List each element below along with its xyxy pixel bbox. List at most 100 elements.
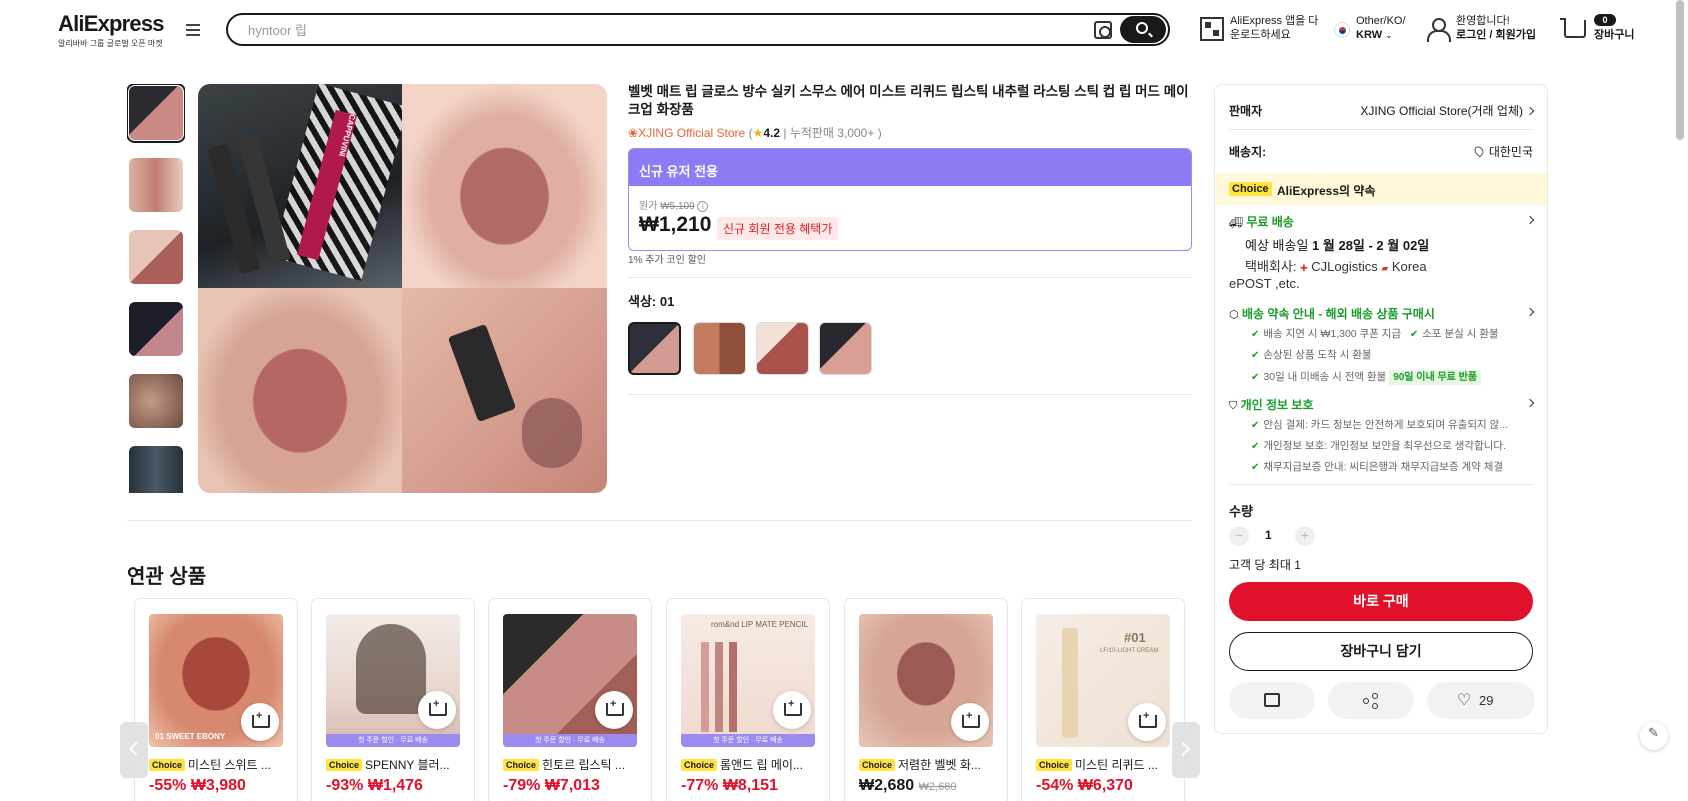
- thumbnail-6[interactable]: [129, 446, 183, 493]
- search-icon: [1136, 22, 1148, 34]
- related-product-card[interactable]: 첫 주문 할인 · 무료 배송 ChoiceSPENNY 블러... -93% …: [311, 598, 475, 801]
- seller-link[interactable]: XJING Official Store(거래 업체): [1360, 102, 1535, 119]
- login-signup-link[interactable]: 로그인 / 회원가입: [1456, 29, 1536, 41]
- color-option-03[interactable]: [756, 322, 809, 375]
- product-image: [859, 614, 993, 747]
- product-label: 01 SWEET EBONY: [155, 732, 226, 741]
- eta-line: 예상 배송일 1 월 28일 - 2 월 02일: [1245, 238, 1430, 253]
- user-icon[interactable]: [1426, 18, 1451, 42]
- region-currency-selector[interactable]: Other/KO/ KRW ⌄: [1356, 14, 1406, 42]
- chevron-right-icon[interactable]: [1525, 398, 1535, 408]
- thumbnail-5[interactable]: [129, 374, 183, 428]
- add-to-cart-button[interactable]: 장바구니 담기: [1229, 632, 1533, 671]
- color-option-01[interactable]: [628, 322, 681, 375]
- info-icon[interactable]: i: [697, 200, 709, 212]
- courier-line-2: ePOST ,etc.: [1229, 276, 1300, 291]
- logo-subtitle: 알리바바 그룹 글로벌 오픈 마켓: [58, 39, 163, 48]
- thumbnail-3[interactable]: [129, 230, 183, 284]
- quantity-value[interactable]: 1: [1265, 528, 1272, 542]
- related-product-card[interactable]: 01 SWEET EBONY Choice미스틴 스위트 ... -55% ₩3…: [134, 598, 298, 801]
- chevron-right-icon[interactable]: [1525, 215, 1535, 225]
- store-name-link[interactable]: XJING Official Store: [638, 126, 745, 140]
- quantity-label: 수량: [1229, 504, 1253, 519]
- related-product-card[interactable]: #01 LF/10-LIGHT CREAM Choice미스틴 리퀴드 ... …: [1021, 598, 1185, 801]
- related-product-card[interactable]: rom&nd LIP MATE PENCIL 첫 주문 할인 · 무료 배송 C…: [666, 598, 830, 801]
- add-to-cart-icon[interactable]: [1128, 703, 1166, 741]
- ship-to-selector[interactable]: 대한민국: [1472, 143, 1533, 160]
- cart-icon[interactable]: [1560, 18, 1586, 38]
- menu-icon[interactable]: [186, 24, 200, 36]
- carousel-next-button[interactable]: [1172, 722, 1200, 778]
- camera-search-icon[interactable]: [1094, 21, 1112, 39]
- check-icon: ✔: [1251, 350, 1260, 361]
- product-name: Choice SPENNY 블러...: [326, 756, 466, 773]
- qr-code-icon[interactable]: [1200, 17, 1224, 41]
- share-button[interactable]: [1328, 682, 1414, 719]
- coin-discount-note: 1% 추가 코인 할인: [628, 255, 706, 266]
- image-quadrant-lips-2: [198, 288, 402, 493]
- product-image: #01 LF/10-LIGHT CREAM: [1036, 614, 1170, 747]
- privacy-row[interactable]: ⛉ 개인 정보 보호: [1229, 396, 1314, 413]
- thumbnail-2[interactable]: [129, 158, 183, 212]
- main-product-image[interactable]: CAPPUVINI: [198, 84, 607, 493]
- purchase-side-panel: 판매자 XJING Official Store(거래 업체) 배송지: 대한민…: [1214, 84, 1548, 734]
- check-icon: ✔: [1251, 420, 1260, 431]
- product-price: ₩2,680 ₩2,680: [859, 777, 957, 794]
- currency-label: KRW: [1356, 29, 1383, 41]
- app-download-link[interactable]: AliExpress 앱을 다 운로드하세요: [1230, 14, 1318, 42]
- sale-price: ₩1,210: [639, 213, 712, 236]
- heart-icon: ♡: [1457, 692, 1472, 709]
- related-product-card[interactable]: Choice저렴한 벨벳 화... ₩2,680 ₩2,680: [844, 598, 1008, 801]
- store-icon: [1264, 693, 1280, 707]
- choice-promise-band: Choice AliExpress의 약속: [1215, 173, 1547, 205]
- choice-badge: Choice: [1229, 182, 1272, 196]
- store-rating: 4.2: [763, 126, 781, 140]
- buy-now-button[interactable]: 바로 구매: [1229, 582, 1533, 621]
- original-price-label: 원가: [639, 201, 658, 212]
- add-to-cart-icon[interactable]: [418, 691, 456, 729]
- product-image: rom&nd LIP MATE PENCIL 첫 주문 할인 · 무료 배송: [681, 614, 815, 747]
- location-pin-icon: [1472, 144, 1486, 158]
- related-product-card[interactable]: 첫 주문 할인 · 무료 배송 Choice힌토르 립스틱 ... -79% ₩…: [488, 598, 652, 801]
- chevron-right-icon: [1175, 741, 1191, 757]
- add-to-cart-icon[interactable]: [951, 703, 989, 741]
- chevron-down-icon: ⌄: [1385, 30, 1393, 40]
- add-to-cart-icon[interactable]: [595, 691, 633, 729]
- edit-icon[interactable]: [1640, 722, 1668, 750]
- cart-label[interactable]: 장바구니: [1594, 29, 1634, 41]
- chevron-right-icon: [1525, 106, 1535, 116]
- color-option-04[interactable]: [819, 322, 872, 375]
- image-quadrant-products: CAPPUVINI: [198, 84, 408, 288]
- quantity-decrease-button[interactable]: −: [1229, 526, 1249, 546]
- store-button[interactable]: [1229, 682, 1315, 719]
- add-to-cart-icon[interactable]: [241, 703, 279, 741]
- thumbnail-1[interactable]: [127, 84, 185, 143]
- store-rating-line: ❀XJING Official Store (★4.2 | 누적판매 3,000…: [628, 126, 882, 140]
- page-scrollbar[interactable]: [1676, 0, 1684, 140]
- product-price: -54% ₩6,370: [1036, 777, 1133, 794]
- color-option-02[interactable]: [693, 322, 746, 375]
- carousel-prev-button[interactable]: [120, 722, 148, 778]
- check-icon: ✔: [1251, 462, 1260, 473]
- add-to-cart-icon[interactable]: [773, 691, 811, 729]
- search-button[interactable]: [1120, 16, 1166, 43]
- check-icon: ✔: [1409, 329, 1419, 340]
- wishlist-button[interactable]: ♡ 29: [1427, 682, 1535, 719]
- account-menu[interactable]: 환영합니다! 로그인 / 회원가입: [1456, 14, 1536, 42]
- product-image: 01 SWEET EBONY: [149, 614, 283, 747]
- search-input[interactable]: [248, 21, 1068, 39]
- original-price: ₩5,109: [660, 201, 695, 212]
- sold-count: 누적판매 3,000+: [789, 126, 875, 140]
- welcome-text: 환영합니다!: [1456, 15, 1510, 27]
- quantity-increase-button[interactable]: +: [1295, 526, 1315, 546]
- free-shipping-row[interactable]: 🚚︎ 무료 배송: [1229, 213, 1294, 230]
- product-title: 벨벳 매트 립 글로스 방수 실키 스무스 에어 미스트 리퀴드 립스틱 내추럴…: [628, 84, 1189, 117]
- thumbnail-4[interactable]: [129, 302, 183, 356]
- product-price: -93% ₩1,476: [326, 777, 423, 794]
- delivery-guarantee-row[interactable]: ⬡ 배송 약속 안내 - 해외 배송 상품 구매시: [1229, 305, 1435, 322]
- aliexpress-logo[interactable]: AliExpress 알리바바 그룹 글로벌 오픈 마켓: [58, 11, 165, 49]
- chevron-right-icon[interactable]: [1525, 307, 1535, 317]
- product-name: Choice 미스틴 스위트 ...: [149, 756, 289, 773]
- korea-flag-icon: [1334, 22, 1350, 38]
- cart-count-badge: 0: [1594, 14, 1616, 26]
